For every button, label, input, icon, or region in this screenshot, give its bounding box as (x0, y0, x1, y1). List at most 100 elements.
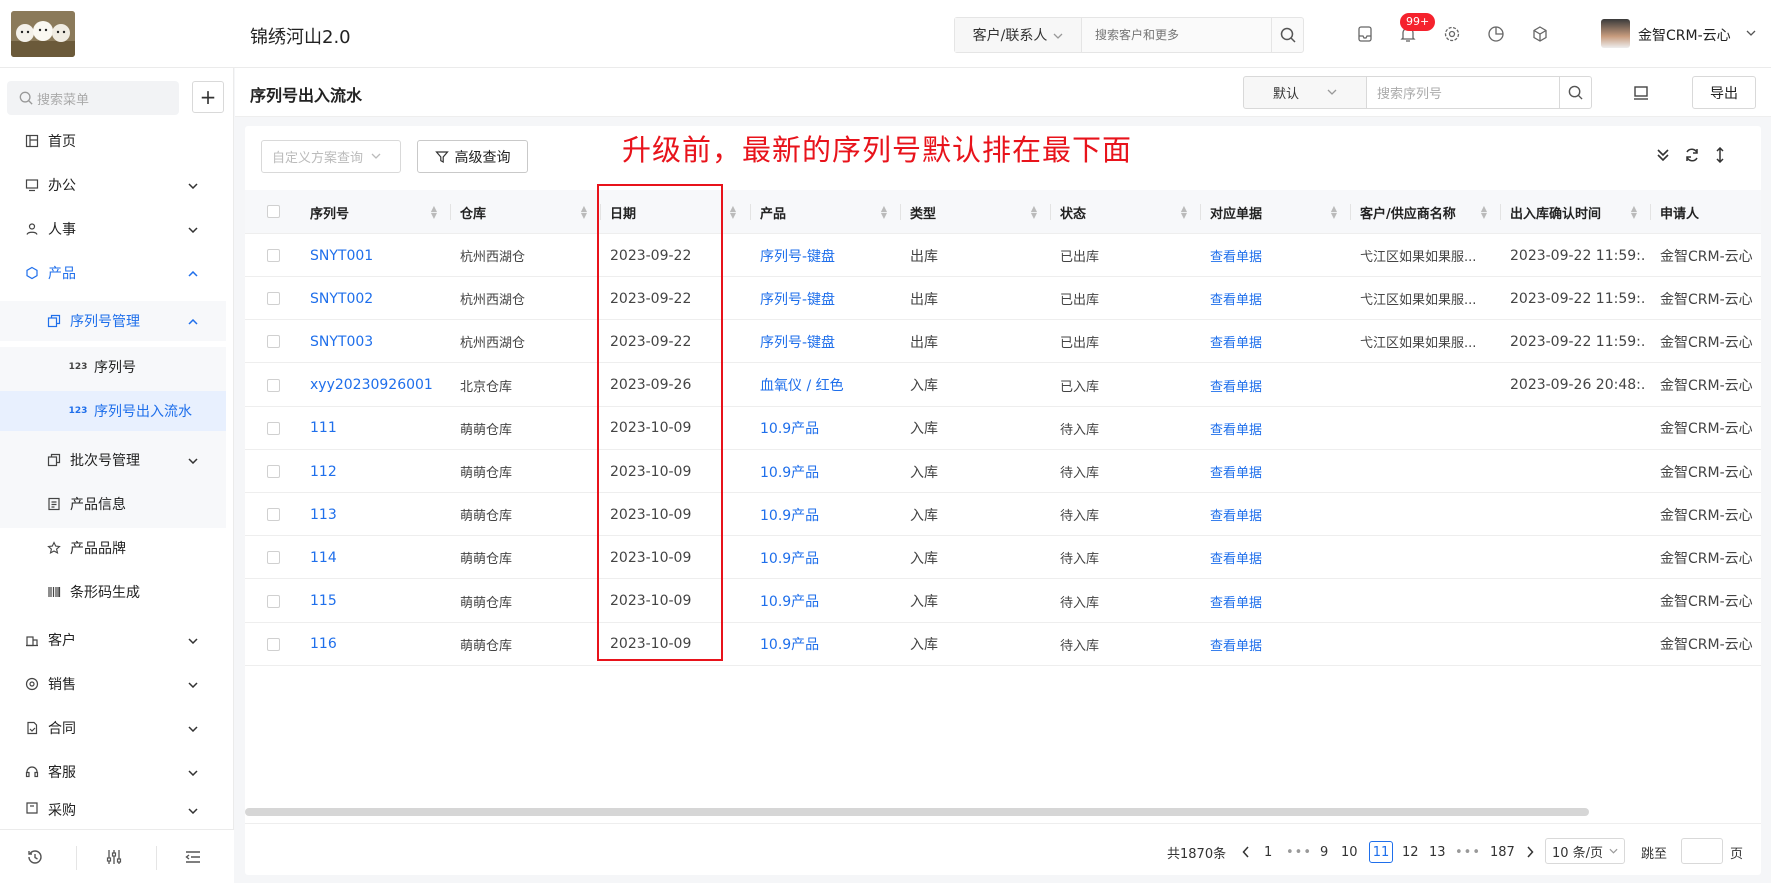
page-button[interactable]: 10 (1341, 841, 1358, 863)
table-row[interactable]: SNYT003 杭州西湖仓 2023-09-22 序列号-键盘 出库 已出库 查看单据 弋江区… (245, 320, 1761, 364)
serial-number-cell[interactable]: 111 (300, 407, 446, 450)
sort-icon[interactable]: ▲ ▼ (730, 205, 736, 220)
page-button[interactable]: 13 (1429, 841, 1446, 863)
prev-page-icon[interactable] (1240, 841, 1252, 863)
sidebar-item-serial-number[interactable]: 123 序列号 (0, 347, 226, 387)
document-link[interactable]: 查看单据 (1200, 450, 1346, 493)
product-cell[interactable]: 10.9产品 (750, 493, 896, 536)
scrollbar-thumb[interactable] (245, 808, 1589, 816)
pie-chart-icon[interactable] (1486, 24, 1506, 44)
row-checkbox[interactable] (267, 508, 280, 522)
row-checkbox[interactable] (267, 335, 280, 349)
avatar[interactable] (1601, 19, 1630, 48)
serial-number-cell[interactable]: 115 (300, 580, 446, 623)
document-link[interactable]: 查看单据 (1200, 320, 1346, 363)
search-type-select[interactable]: 客户/联系人 (955, 18, 1082, 52)
double-chevron-down-icon[interactable] (1653, 145, 1673, 165)
sliders-icon[interactable] (103, 846, 125, 868)
table-row[interactable]: SNYT002 杭州西湖仓 2023-09-22 序列号-键盘 出库 已出库 查看单据 弋江区… (245, 277, 1761, 321)
page-size-select[interactable]: 10 条/页 (1545, 838, 1625, 864)
sort-icon[interactable]: ▲ ▼ (1481, 205, 1487, 220)
serial-number-cell[interactable]: xyy20230926001 (300, 364, 446, 407)
product-cell[interactable]: 10.9产品 (750, 407, 896, 450)
company-logo[interactable] (11, 11, 75, 57)
sidebar-item-home[interactable]: 首页 (0, 121, 226, 161)
serial-number-cell[interactable]: 114 (300, 536, 446, 579)
column-header[interactable]: 出入库确认时间 ▲ ▼ (1500, 190, 1646, 234)
advanced-query-button[interactable]: 高级查询 (417, 140, 528, 173)
sidebar-item-hr[interactable]: 人事 (0, 209, 226, 249)
sidebar-item-serial-management[interactable]: 序列号管理 (0, 301, 226, 341)
column-header[interactable]: 类型 ▲ ▼ (900, 190, 1046, 234)
product-cell[interactable]: 10.9产品 (750, 623, 896, 666)
inbox-icon[interactable] (1355, 24, 1375, 44)
product-cell[interactable]: 10.9产品 (750, 536, 896, 579)
sort-icon[interactable]: ▲ ▼ (1331, 205, 1337, 220)
jump-page-input[interactable] (1681, 838, 1723, 864)
product-cell[interactable]: 序列号-键盘 (750, 234, 896, 277)
sort-icon[interactable]: ▲ ▼ (881, 205, 887, 220)
page-button[interactable]: 12 (1402, 841, 1419, 863)
sidebar-item-customer[interactable]: 客户 (0, 620, 226, 660)
document-link[interactable]: 查看单据 (1200, 364, 1346, 407)
table-row[interactable]: 113 萌萌仓库 2023-10-09 10.9产品 入库 待入库 查看单据 金智CRM-云心 (245, 493, 1761, 537)
gear-icon[interactable] (1442, 24, 1462, 44)
page-button[interactable]: 9 (1320, 841, 1328, 863)
document-link[interactable]: 查看单据 (1200, 623, 1346, 666)
chevron-down-icon[interactable] (1746, 26, 1756, 39)
sidebar-item-contract[interactable]: 合同 (0, 708, 226, 748)
row-checkbox[interactable] (267, 292, 280, 306)
document-link[interactable]: 查看单据 (1200, 234, 1346, 277)
sidebar-item-product-info[interactable]: 产品信息 (0, 484, 226, 524)
page-ellipsis[interactable]: ••• (1455, 841, 1481, 863)
user-name[interactable]: 金智CRM-云心 (1638, 25, 1731, 45)
row-checkbox[interactable] (267, 551, 280, 565)
menu-search-input[interactable]: 搜索菜单 (7, 81, 179, 115)
page-button[interactable]: 1 (1264, 841, 1272, 863)
add-menu-button[interactable]: + (192, 81, 224, 113)
cube-icon[interactable] (1530, 24, 1550, 44)
serial-number-cell[interactable]: 112 (300, 450, 446, 493)
column-header[interactable]: 客户/供应商名称 ▲ ▼ (1350, 190, 1496, 234)
custom-scheme-select[interactable]: 自定义方案查询 (261, 140, 401, 173)
product-cell[interactable]: 10.9产品 (750, 450, 896, 493)
search-icon[interactable] (1559, 76, 1592, 109)
page-button-current[interactable]: 11 (1369, 841, 1393, 863)
row-checkbox[interactable] (267, 594, 280, 608)
serial-number-cell[interactable]: 113 (300, 493, 446, 536)
product-cell[interactable]: 血氧仪 / 红色 (750, 364, 896, 407)
serial-number-cell[interactable]: SNYT001 (300, 234, 446, 277)
horizontal-scrollbar[interactable] (245, 808, 1761, 816)
sort-icon[interactable]: ▲ ▼ (581, 205, 587, 220)
document-link[interactable]: 查看单据 (1200, 536, 1346, 579)
sort-icon[interactable]: ▲ ▼ (1631, 205, 1637, 220)
sort-icon[interactable]: ▲ ▼ (1031, 205, 1037, 220)
column-header[interactable]: 对应单据 ▲ ▼ (1200, 190, 1346, 234)
search-icon[interactable] (1271, 18, 1303, 52)
sidebar-item-purchase[interactable]: 采购 (0, 796, 226, 822)
refresh-icon[interactable] (1682, 145, 1702, 165)
serial-search-input[interactable]: 搜索序列号 (1366, 76, 1560, 109)
document-link[interactable]: 查看单据 (1200, 407, 1346, 450)
sidebar-item-product[interactable]: 产品 (0, 253, 226, 293)
history-icon[interactable] (24, 846, 46, 868)
sidebar-item-serial-flow[interactable]: 123 序列号出入流水 (0, 391, 226, 431)
sort-icon[interactable]: ▲ ▼ (431, 205, 437, 220)
collapse-menu-icon[interactable] (182, 846, 204, 868)
column-header[interactable]: 状态 ▲ ▼ (1050, 190, 1196, 234)
sidebar-item-barcode[interactable]: 条形码生成 (0, 572, 226, 612)
column-header[interactable]: 仓库 ▲ ▼ (450, 190, 596, 234)
row-height-icon[interactable] (1710, 145, 1730, 165)
row-checkbox[interactable] (267, 637, 280, 651)
layout-icon[interactable] (1631, 83, 1651, 103)
table-row[interactable]: xyy20230926001 北京仓库 2023-09-26 血氧仪 / 红色 入库 已入… (245, 364, 1761, 407)
sidebar-item-office[interactable]: 办公 (0, 165, 226, 205)
sidebar-item-product-brand[interactable]: 产品品牌 (0, 528, 226, 568)
page-ellipsis[interactable]: ••• (1286, 841, 1312, 863)
document-link[interactable]: 查看单据 (1200, 277, 1346, 320)
column-header[interactable]: 产品 ▲ ▼ (750, 190, 896, 234)
product-cell[interactable]: 序列号-键盘 (750, 320, 896, 363)
global-search-input[interactable] (1083, 18, 1273, 52)
row-checkbox[interactable] (267, 465, 280, 478)
column-header[interactable]: 序列号 ▲ ▼ (300, 190, 446, 234)
